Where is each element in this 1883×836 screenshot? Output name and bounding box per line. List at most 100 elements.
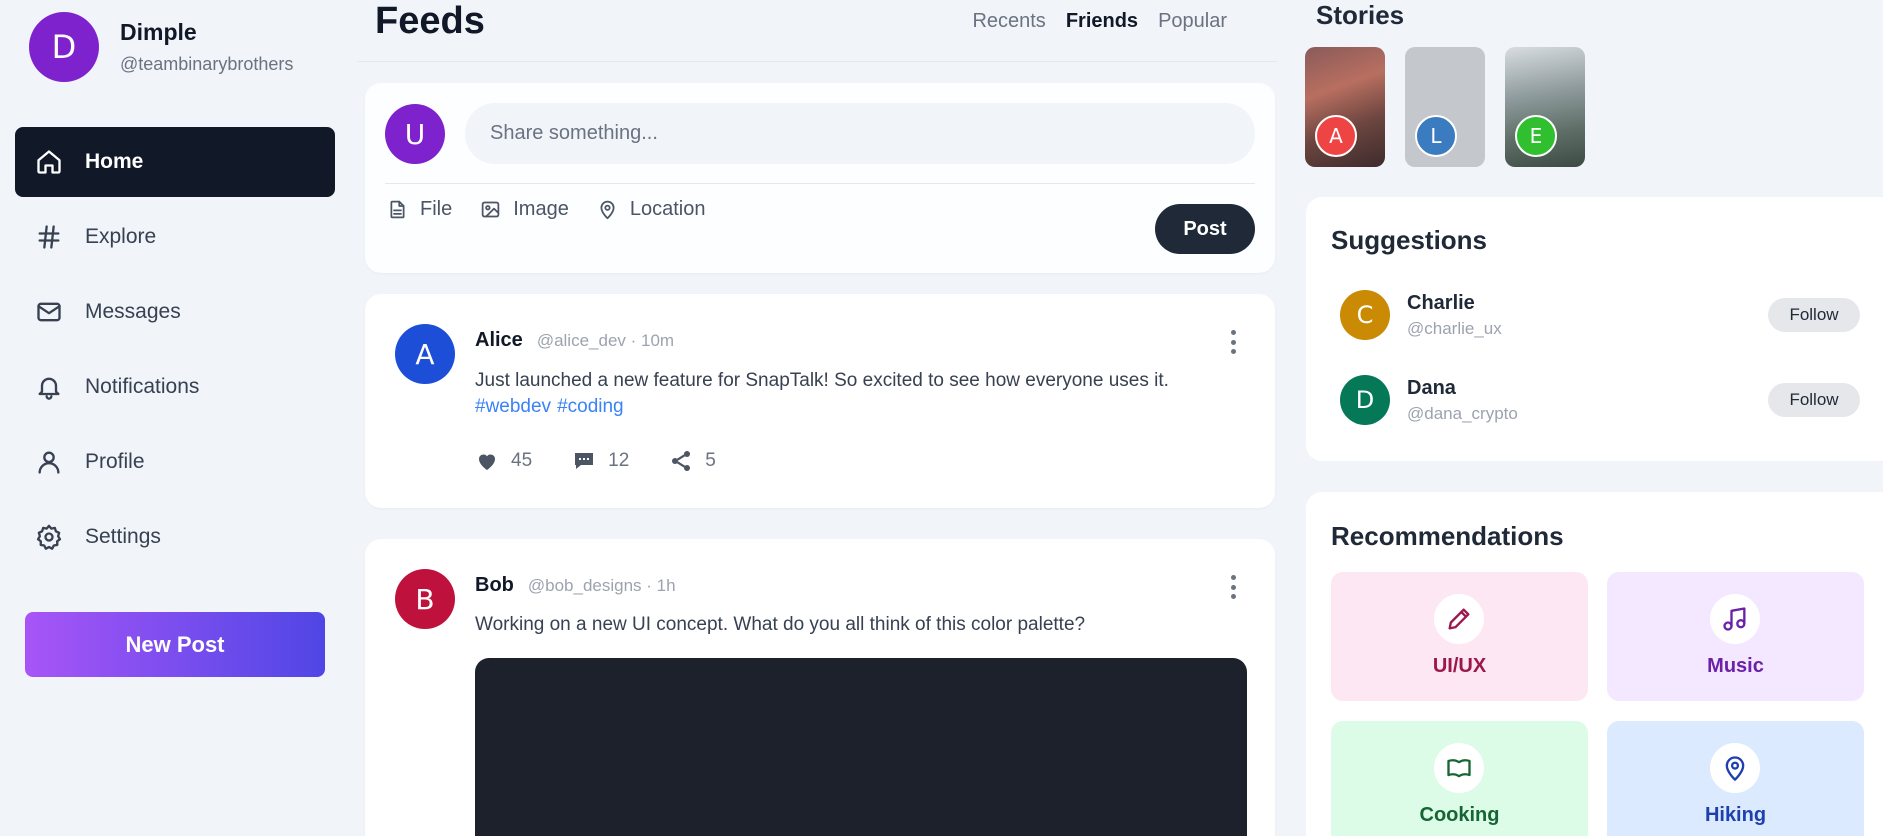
story-thumbnail[interactable]: L [1405,47,1485,167]
nav-item-notifications[interactable]: Notifications [15,352,335,422]
hashtag-link[interactable]: #coding [557,396,624,418]
recommendation-cooking[interactable]: Cooking [1331,721,1588,836]
share-icon [672,451,691,471]
tab-recents[interactable]: Recents [972,10,1045,33]
user-icon [38,451,60,474]
recommendation-label: Hiking [1704,804,1767,826]
avatar: A [395,324,455,384]
mail-icon [37,302,61,322]
nav-item-label: Profile [85,450,145,473]
nav-item-profile[interactable]: Profile [15,427,335,497]
image-button[interactable]: Image [480,198,569,221]
follow-button[interactable]: Follow [1768,298,1860,332]
page-title: Feeds [375,0,485,42]
stories-title: Stories [1316,0,1405,30]
divider [385,183,1255,184]
right-sidebar: Stories A L E Suggestions C Charlie @cha… [1305,0,1883,836]
avatar: E [1515,115,1557,157]
post-text: Working on a new UI concept. What do you… [475,614,1086,635]
like-count: 45 [511,450,533,471]
post-author[interactable]: Alice [475,329,523,352]
post-button[interactable]: Post [1155,204,1255,254]
recommendation-hiking[interactable]: Hiking [1607,721,1864,836]
suggestion-item: C Charlie @charlie_ux Follow [1340,290,1860,340]
suggestions-title: Suggestions [1331,225,1488,255]
post-author[interactable]: Bob [475,574,514,597]
location-label: Location [629,198,706,220]
bell-icon [38,377,60,400]
feeds-header: Feeds Recents Friends Popular [357,0,1277,62]
recommendation-label: Cooking [1419,804,1500,826]
suggestion-name[interactable]: Dana [1407,377,1518,400]
suggestion-handle: @charlie_ux [1407,318,1502,338]
composer-tools: File Image Location [387,198,705,221]
avatar: D [29,12,99,82]
profile-name: Dimple [120,19,197,45]
avatar: U [385,104,445,164]
post-card: B Bob @bob_designs · 1h Working on a new… [365,539,1275,836]
post-composer: U File Image Location Post [365,83,1275,273]
story-thumbnail[interactable]: E [1505,47,1585,167]
image-label: Image [513,198,569,220]
feed-tabs: Recents Friends Popular [972,10,1227,33]
home-icon [37,150,61,174]
post-image[interactable] [475,658,1247,836]
tab-popular[interactable]: Popular [1158,10,1227,33]
avatar: C [1340,290,1390,340]
avatar: A [1315,115,1357,157]
avatar: L [1415,115,1457,157]
story-thumbnail[interactable]: A [1305,47,1385,167]
recommendations-panel: Recommendations UI/UX Music Cooking Hiki… [1306,492,1883,836]
left-sidebar: D Dimple @teambinarybrothers Home Explor… [0,0,350,836]
suggestion-name[interactable]: Charlie [1407,292,1502,315]
post-header: Bob @bob_designs · 1h [475,574,676,597]
location-pin-icon [600,200,615,220]
suggestions-panel: Suggestions C Charlie @charlie_ux Follow… [1306,197,1883,461]
recommendation-music[interactable]: Music [1607,572,1864,701]
nav-item-settings[interactable]: Settings [15,502,335,572]
post-actions: 45 12 5 [475,449,716,473]
main-nav: Home Explore Messages Notifications Prof… [15,127,335,577]
feed-column: Feeds Recents Friends Popular U File Ima… [357,0,1277,836]
avatar: B [395,569,455,629]
follow-button[interactable]: Follow [1768,383,1860,417]
avatar: D [1340,375,1390,425]
nav-item-label: Notifications [85,375,200,398]
nav-item-label: Messages [85,300,181,323]
post-card: A Alice @alice_dev · 10m Just launched a… [365,294,1275,508]
share-input[interactable] [465,103,1255,164]
post-header: Alice @alice_dev · 10m [475,329,674,352]
book-icon [1434,743,1484,793]
location-pin-icon [1710,743,1760,793]
hashtag-link[interactable]: #webdev [475,396,551,418]
nav-item-messages[interactable]: Messages [15,277,335,347]
recommendation-ui-ux[interactable]: UI/UX [1331,572,1588,701]
file-label: File [420,198,453,220]
user-profile[interactable]: D Dimple @teambinarybrothers [29,12,293,82]
comment-count: 12 [608,450,630,471]
new-post-button[interactable]: New Post [25,612,325,677]
heart-icon [479,454,495,470]
more-options-icon[interactable] [1229,575,1237,599]
recommendation-label: Music [1707,655,1764,677]
tab-friends[interactable]: Friends [1066,10,1138,33]
comment-button[interactable]: 12 [572,449,629,473]
nav-item-label: Home [85,150,144,173]
recommendation-label: UI/UX [1432,655,1487,677]
nav-item-explore[interactable]: Explore [15,202,335,272]
post-byline: @alice_dev · 10m [536,331,675,350]
nav-item-home[interactable]: Home [15,127,335,197]
pencil-icon [1434,594,1484,644]
location-button[interactable]: Location [597,198,706,221]
post-text: Just launched a new feature for SnapTalk… [475,370,1169,391]
file-icon [390,200,405,219]
comment-icon [575,453,594,469]
image-icon [481,201,500,218]
more-options-icon[interactable] [1229,330,1237,354]
like-button[interactable]: 45 [475,449,532,473]
music-note-icon [1710,594,1760,644]
share-button[interactable]: 5 [669,449,716,473]
recommendations-title: Recommendations [1331,521,1564,551]
post-tags: #webdev #coding [475,396,624,418]
file-button[interactable]: File [387,198,452,221]
